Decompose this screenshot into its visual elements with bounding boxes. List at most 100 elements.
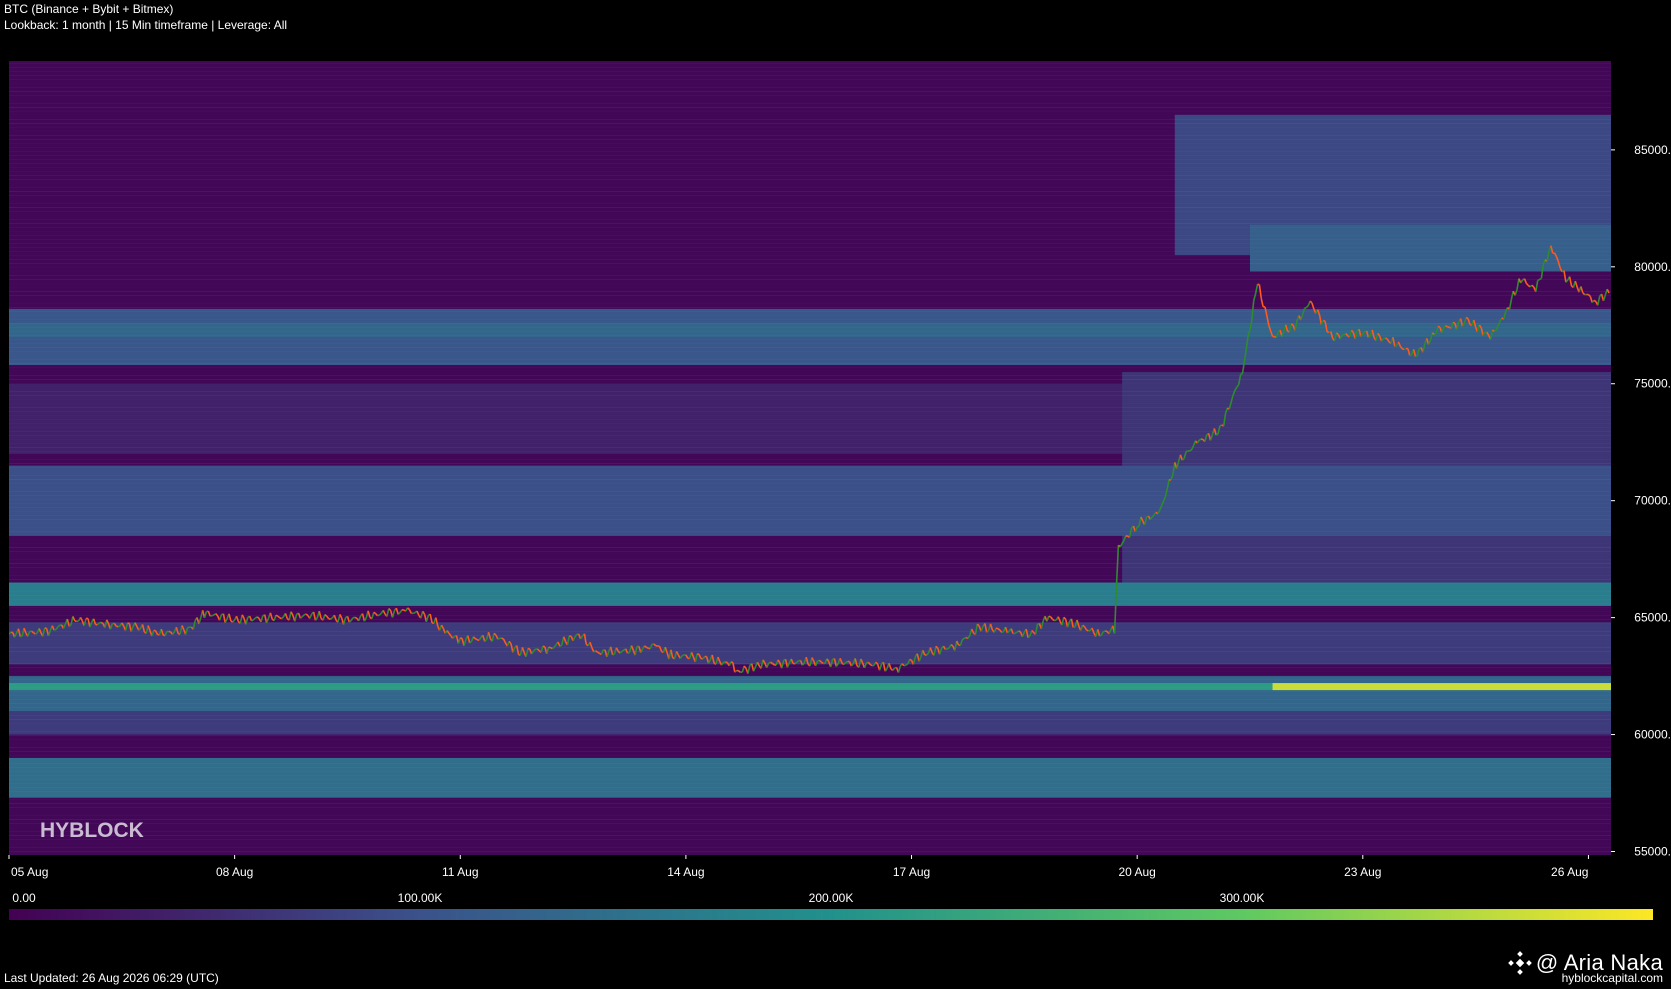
x-tick-label: 11 Aug — [442, 865, 478, 879]
liquidity-band — [9, 465, 1611, 536]
heatmap-texture-line — [9, 763, 1611, 764]
price-segment — [474, 637, 478, 641]
heatmap-texture-line — [9, 523, 1611, 524]
heatmap-texture-line — [9, 331, 1611, 332]
price-segment — [413, 611, 416, 614]
heatmap-texture-line — [9, 815, 1611, 816]
heatmap-texture-line — [9, 191, 1611, 192]
heatmap-texture-line — [9, 715, 1611, 716]
heatmap-texture-line — [9, 247, 1611, 248]
heatmap-texture-line — [9, 691, 1611, 692]
price-segment — [1054, 619, 1057, 622]
price-segment — [1402, 348, 1405, 351]
price-segment — [1198, 438, 1202, 441]
site-url: hyblockcapital.com — [1561, 971, 1663, 985]
heatmap-texture-line — [9, 479, 1611, 480]
heatmap-texture-line — [9, 227, 1611, 228]
price-segment — [946, 647, 950, 650]
price-segment — [621, 649, 625, 653]
price-segment — [1445, 325, 1448, 328]
heatmap-texture-line — [9, 583, 1611, 584]
liquidity-band — [9, 582, 1611, 606]
heatmap-texture-line — [9, 379, 1611, 380]
price-segment — [1593, 299, 1597, 303]
price-segment — [1304, 306, 1307, 310]
heatmap-texture-line — [9, 579, 1611, 580]
heatmap-texture-line — [9, 411, 1611, 412]
heatmap-texture-line — [9, 827, 1611, 828]
heatmap-texture-line — [9, 131, 1611, 132]
price-segment — [627, 651, 630, 655]
heatmap-texture-line — [9, 371, 1611, 372]
heatmap-texture-line — [9, 747, 1611, 748]
heatmap-texture-line — [9, 375, 1611, 376]
heatmap-texture-line — [9, 823, 1611, 824]
heatmap-area — [9, 61, 1611, 855]
heatmap-texture-line — [9, 619, 1611, 620]
heatmap-texture-line — [9, 339, 1611, 340]
heatmap-texture-line — [9, 99, 1611, 100]
heatmap-texture-line — [9, 587, 1611, 588]
price-segment — [1383, 337, 1386, 340]
price-segment — [1048, 615, 1051, 618]
heatmap-texture-line — [9, 591, 1611, 592]
heatmap-texture-line — [9, 507, 1611, 508]
heatmap-texture-line — [9, 603, 1611, 604]
heatmap-texture-line — [9, 551, 1611, 552]
price-segment — [950, 643, 954, 647]
heatmap-texture-line — [9, 87, 1611, 88]
heatmap-texture-line — [9, 475, 1611, 476]
heatmap-texture-line — [9, 487, 1611, 488]
heatmap-texture-line — [9, 387, 1611, 388]
heatmap-texture-line — [9, 739, 1611, 740]
heatmap-texture-line — [9, 327, 1611, 328]
heatmap-texture-line — [9, 215, 1611, 216]
heatmap-texture-line — [9, 195, 1611, 196]
price-segment — [251, 619, 254, 622]
y-tick-label: 85000.0 — [1634, 143, 1671, 157]
heatmap-texture-line — [9, 627, 1611, 628]
heatmap-texture-line — [9, 679, 1611, 680]
price-segment — [730, 661, 734, 664]
heatmap-texture-line — [9, 635, 1611, 636]
heatmap-texture-line — [9, 79, 1611, 80]
heatmap-texture-line — [9, 771, 1611, 772]
heatmap-texture-line — [9, 719, 1611, 720]
heatmap-texture-line — [9, 251, 1611, 252]
heatmap-texture-line — [9, 439, 1611, 440]
heatmap-texture-line — [9, 471, 1611, 472]
price-segment — [646, 646, 649, 649]
heatmap-texture-line — [9, 307, 1611, 308]
heatmap-texture-line — [9, 775, 1611, 776]
heatmap-texture-line — [9, 223, 1611, 224]
y-tick-label: 60000.0 — [1634, 728, 1671, 742]
heatmap-texture-line — [9, 795, 1611, 796]
heatmap-texture-line — [9, 623, 1611, 624]
heatmap-texture-line — [9, 343, 1611, 344]
heatmap-texture-line — [9, 395, 1611, 396]
heatmap-texture-line — [9, 831, 1611, 832]
heatmap-texture-line — [9, 599, 1611, 600]
heatmap-texture-line — [9, 203, 1611, 204]
heatmap-texture-line — [9, 535, 1611, 536]
heatmap-texture-line — [9, 319, 1611, 320]
y-tick-label: 55000.0 — [1634, 844, 1671, 858]
price-segment — [595, 650, 598, 653]
price-segment — [995, 627, 999, 630]
heatmap-texture-line — [9, 171, 1611, 172]
heatmap-texture-line — [9, 143, 1611, 144]
price-segment — [34, 632, 38, 635]
price-segment — [1539, 277, 1542, 281]
heatmap-texture-line — [9, 111, 1611, 112]
price-segment — [1433, 332, 1437, 336]
price-segment — [551, 646, 555, 650]
heatmap-texture-line — [9, 699, 1611, 700]
heatmap-texture-line — [9, 399, 1611, 400]
heatmap-texture-line — [9, 851, 1611, 852]
heatmap-texture-line — [9, 843, 1611, 844]
heatmap-texture-line — [9, 383, 1611, 384]
heatmap-texture-line — [9, 675, 1611, 676]
x-axis: 05 Aug 08 Aug 11 Aug 14 Aug 17 Aug 20 Aug 23 A… — [8, 855, 1589, 879]
colorbar-tick-label: 0.00 — [12, 891, 36, 905]
price-segment — [373, 611, 377, 615]
